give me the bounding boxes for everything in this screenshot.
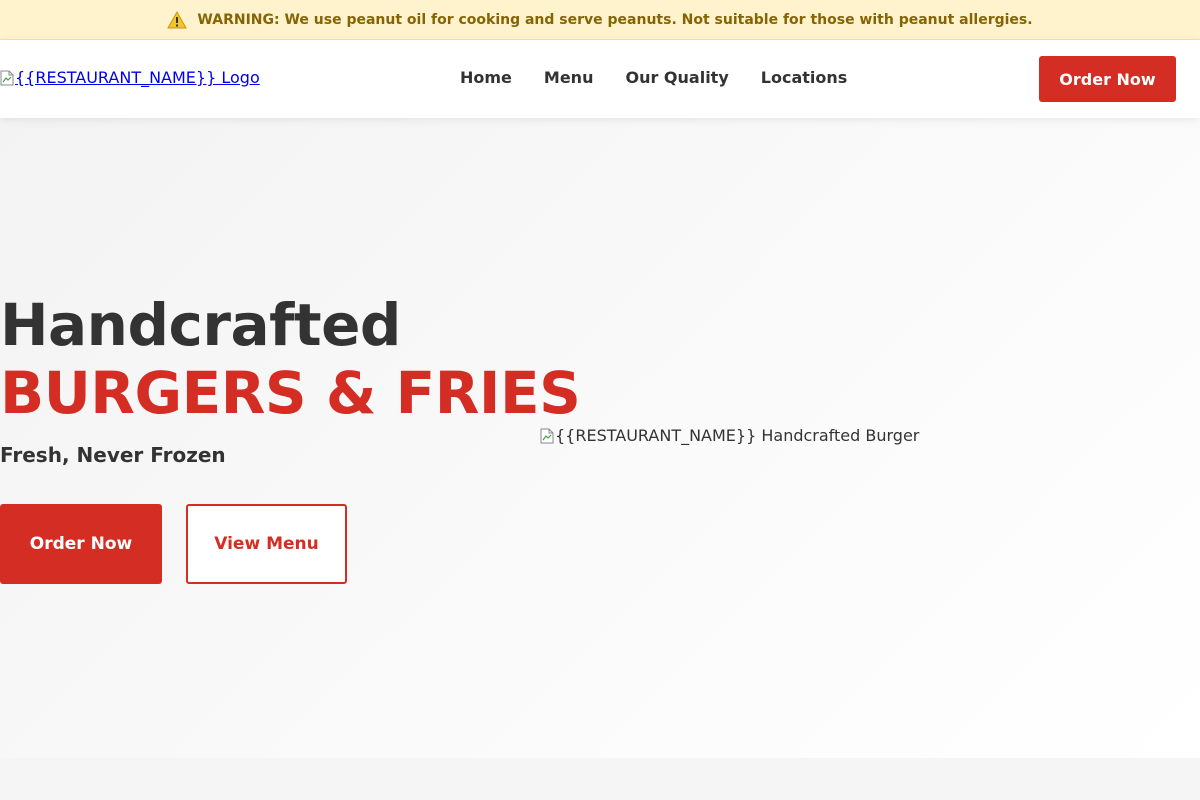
warning-icon [167, 10, 188, 29]
warning-text: WARNING: We use peanut oil for cooking a… [197, 11, 1033, 28]
allergy-warning-banner: WARNING: We use peanut oil for cooking a… [0, 0, 1200, 40]
hero-title-highlight: BURGERS & FRIES [0, 359, 581, 427]
hero-subtitle: Fresh, Never Frozen [0, 443, 226, 467]
logo-link[interactable]: {{RESTAURANT_NAME}} Logo [0, 68, 260, 87]
main-nav: Home Menu Our Quality Locations [460, 68, 847, 87]
logo-alt-text: {{RESTAURANT_NAME}} Logo [15, 68, 260, 87]
hero-section: Handcrafted BURGERS & FRIES Fresh, Never… [0, 118, 1200, 758]
hero-burger-image: {{RESTAURANT_NAME}} Handcrafted Burger [540, 426, 919, 445]
site-header: {{RESTAURANT_NAME}} Logo Home Menu Our Q… [0, 40, 1200, 118]
hero-view-menu-button[interactable]: View Menu [186, 504, 347, 584]
broken-image-icon [540, 428, 554, 444]
header-order-now-button[interactable]: Order Now [1039, 56, 1176, 102]
broken-image-icon [0, 70, 14, 86]
next-section [0, 758, 1200, 800]
nav-menu[interactable]: Menu [544, 68, 594, 87]
hero-image-alt-text: {{RESTAURANT_NAME}} Handcrafted Burger [555, 426, 920, 445]
nav-home[interactable]: Home [460, 68, 512, 87]
hero-title: Handcrafted [0, 291, 401, 359]
hero-order-now-button[interactable]: Order Now [0, 504, 162, 584]
nav-our-quality[interactable]: Our Quality [625, 68, 728, 87]
nav-locations[interactable]: Locations [761, 68, 848, 87]
